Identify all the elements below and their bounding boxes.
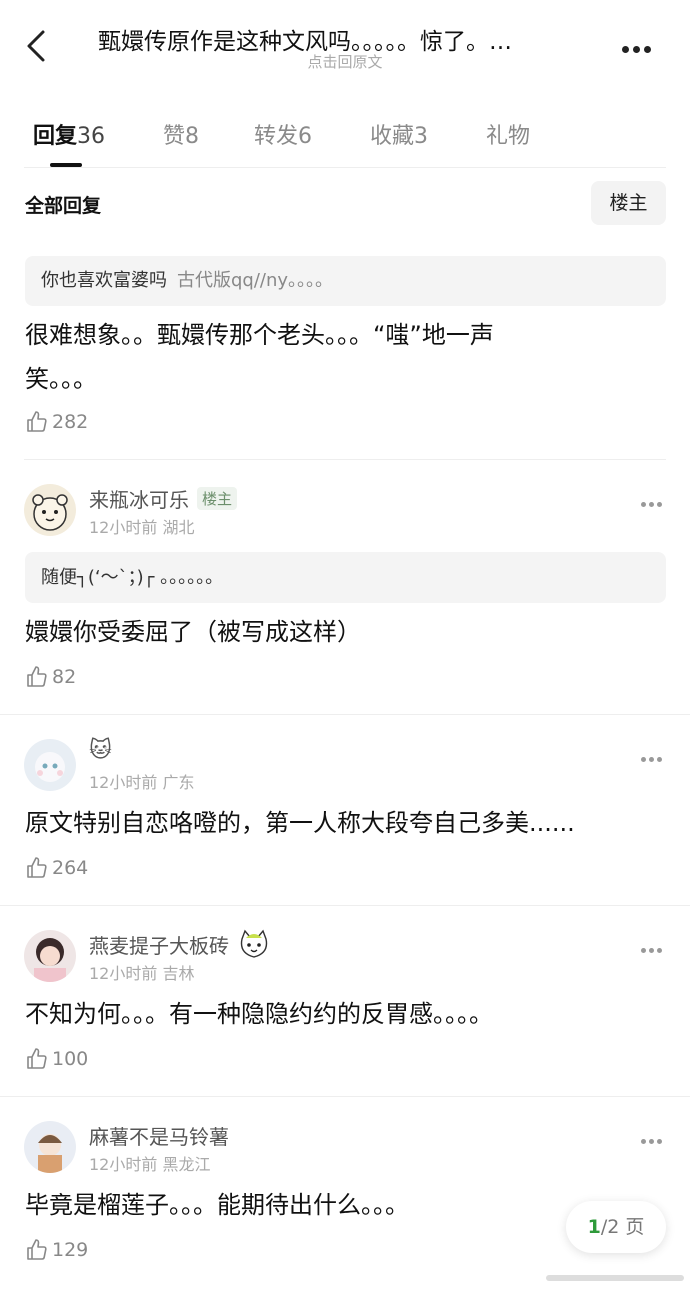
- more-horizontal-icon: [641, 502, 646, 507]
- home-indicator: [546, 1275, 684, 1281]
- username[interactable]: 燕麦提子大板砖: [89, 929, 271, 959]
- op-badge: 楼主: [197, 487, 238, 510]
- comment-text: 不知为何。。。有一种隐隐约约的反胃感。。。。: [25, 1000, 493, 1028]
- comment-more-button[interactable]: [641, 492, 667, 507]
- avatar[interactable]: [24, 1121, 76, 1173]
- avatar[interactable]: [24, 484, 76, 536]
- tab-gifts[interactable]: 礼物: [486, 118, 530, 150]
- back-to-original-link[interactable]: 点击回原文: [0, 51, 690, 72]
- username[interactable]: 麻薯不是马铃薯: [89, 1121, 229, 1150]
- op-only-filter-button[interactable]: 楼主: [591, 181, 666, 225]
- comment-meta: 12小时前 广东: [89, 773, 195, 792]
- like-button[interactable]: 129: [25, 1236, 88, 1264]
- divider: [24, 167, 666, 168]
- username[interactable]: 来瓶冰可乐 楼主: [89, 484, 238, 513]
- more-horizontal-icon: [641, 757, 646, 762]
- more-horizontal-icon: [641, 948, 646, 953]
- comment-text: 很难想象。。甄嬛传那个老头。。。“嗤”地一声 笑。。。: [25, 321, 494, 393]
- divider: [0, 1096, 690, 1097]
- girl-avatar-icon: [24, 930, 76, 982]
- comment-text: 原文特别自恋咯噔的，第一人称大段夸自己多美......: [25, 809, 575, 837]
- comment-text: 嬛嬛你受委屈了（被写成这样）: [25, 618, 361, 646]
- quoted-reply[interactable]: 随便┐(‘～`；)┌ 。。。。。。: [25, 552, 666, 603]
- illustration-avatar-icon: [24, 1121, 76, 1173]
- top-bar: 甄嬛传原作是这种文风吗。。。。。惊了。… 点击回原文: [0, 0, 690, 90]
- like-button[interactable]: 264: [25, 854, 88, 882]
- comment-more-button[interactable]: [641, 747, 667, 762]
- tab-reposts[interactable]: 转发6: [254, 118, 312, 150]
- page-indicator[interactable]: 1/2 页: [566, 1201, 666, 1253]
- more-horizontal-icon: [641, 1139, 646, 1144]
- like-button[interactable]: 282: [25, 408, 88, 436]
- thumbs-up-icon: [27, 1239, 47, 1260]
- avatar[interactable]: [24, 739, 76, 791]
- thumbs-up-icon: [27, 857, 47, 878]
- cat-avatar-icon: [24, 739, 76, 791]
- thumbs-up-icon: [27, 411, 47, 432]
- comment-meta: 12小时前 吉林: [89, 964, 195, 983]
- comment-more-button[interactable]: [641, 1129, 667, 1144]
- like-button[interactable]: 82: [25, 663, 76, 691]
- tab-favorites[interactable]: 收藏3: [370, 118, 428, 150]
- thumbs-up-icon: [27, 1048, 47, 1069]
- like-button[interactable]: 100: [25, 1045, 88, 1073]
- username[interactable]: 🐱: [89, 738, 112, 763]
- divider: [0, 714, 690, 715]
- more-horizontal-icon: [622, 46, 629, 53]
- divider: [24, 459, 666, 460]
- interaction-tabs: 回复36 赞8 转发6 收藏3 礼物: [0, 100, 690, 168]
- comment-meta: 12小时前 湖北: [89, 518, 195, 537]
- all-replies-label: 全部回复: [25, 195, 102, 217]
- comment-text: 毕竟是榴莲子。。。能期待出什么。。。: [25, 1191, 409, 1219]
- comment-meta: 12小时前 黑龙江: [89, 1155, 211, 1174]
- tab-likes[interactable]: 赞8: [163, 118, 199, 150]
- tab-replies[interactable]: 回复36: [33, 118, 105, 150]
- divider: [0, 905, 690, 906]
- bear-avatar-icon: [24, 484, 76, 536]
- quoted-reply[interactable]: 你也喜欢富婆吗 古代版qq//ny。。。。: [25, 256, 666, 306]
- more-options-button[interactable]: [622, 38, 666, 54]
- thumbs-up-icon: [27, 666, 47, 687]
- comment-more-button[interactable]: [641, 938, 667, 953]
- cat-sticker-icon: [240, 929, 268, 958]
- avatar[interactable]: [24, 930, 76, 982]
